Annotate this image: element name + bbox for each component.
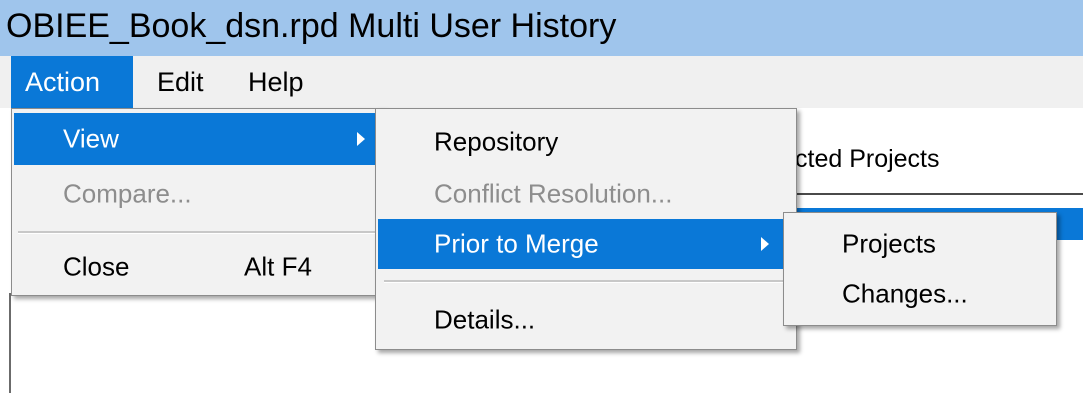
- menu-item-conflict-resolution-label: Conflict Resolution...: [434, 178, 673, 209]
- menu-item-close-label: Close: [63, 251, 130, 282]
- menu-edit[interactable]: Edit: [157, 56, 204, 108]
- menu-bar: Action Edit Help: [0, 56, 1083, 108]
- menu-item-projects-label: Projects: [842, 228, 936, 259]
- menu-separator: [18, 231, 378, 234]
- view-submenu: Repository Conflict Resolution... Prior …: [375, 108, 797, 350]
- menu-item-prior-to-merge-label: Prior to Merge: [434, 228, 599, 259]
- selected-projects-tab[interactable]: cted Projects: [795, 145, 940, 174]
- menu-help[interactable]: Help: [248, 56, 304, 108]
- window-title: OBIEE_Book_dsn.rpd Multi User History: [6, 7, 617, 45]
- menu-item-close[interactable]: Close Alt F4: [14, 242, 382, 292]
- menu-edit-label: Edit: [157, 67, 204, 97]
- menu-item-changes[interactable]: Changes...: [786, 269, 1054, 319]
- prior-to-merge-submenu: Projects Changes...: [783, 212, 1057, 326]
- menu-item-view[interactable]: View: [14, 113, 382, 165]
- menu-item-changes-label: Changes...: [842, 278, 968, 309]
- menu-item-repository-label: Repository: [434, 126, 559, 157]
- chevron-right-icon: [357, 132, 365, 146]
- menu-item-conflict-resolution: Conflict Resolution...: [378, 169, 794, 219]
- action-menu: View Compare... Close Alt F4: [11, 108, 385, 296]
- title-bar: OBIEE_Book_dsn.rpd Multi User History: [0, 0, 1083, 56]
- menu-help-label: Help: [248, 67, 304, 97]
- menu-action-label: Action: [25, 67, 101, 97]
- chevron-right-icon: [761, 237, 769, 251]
- close-shortcut: Alt F4: [244, 251, 312, 282]
- menu-item-compare: Compare...: [14, 169, 382, 219]
- window-border: [9, 293, 11, 393]
- menu-item-compare-label: Compare...: [63, 178, 192, 209]
- tab-divider: [795, 193, 1083, 195]
- menu-item-details-label: Details...: [434, 304, 536, 335]
- menu-item-details[interactable]: Details...: [378, 295, 794, 345]
- menu-item-view-label: View: [63, 123, 119, 154]
- menu-item-repository[interactable]: Repository: [378, 117, 794, 167]
- menu-item-projects[interactable]: Projects: [786, 219, 1054, 269]
- menu-action[interactable]: Action: [11, 56, 133, 108]
- menu-item-prior-to-merge[interactable]: Prior to Merge: [378, 219, 794, 269]
- menu-separator: [384, 280, 788, 283]
